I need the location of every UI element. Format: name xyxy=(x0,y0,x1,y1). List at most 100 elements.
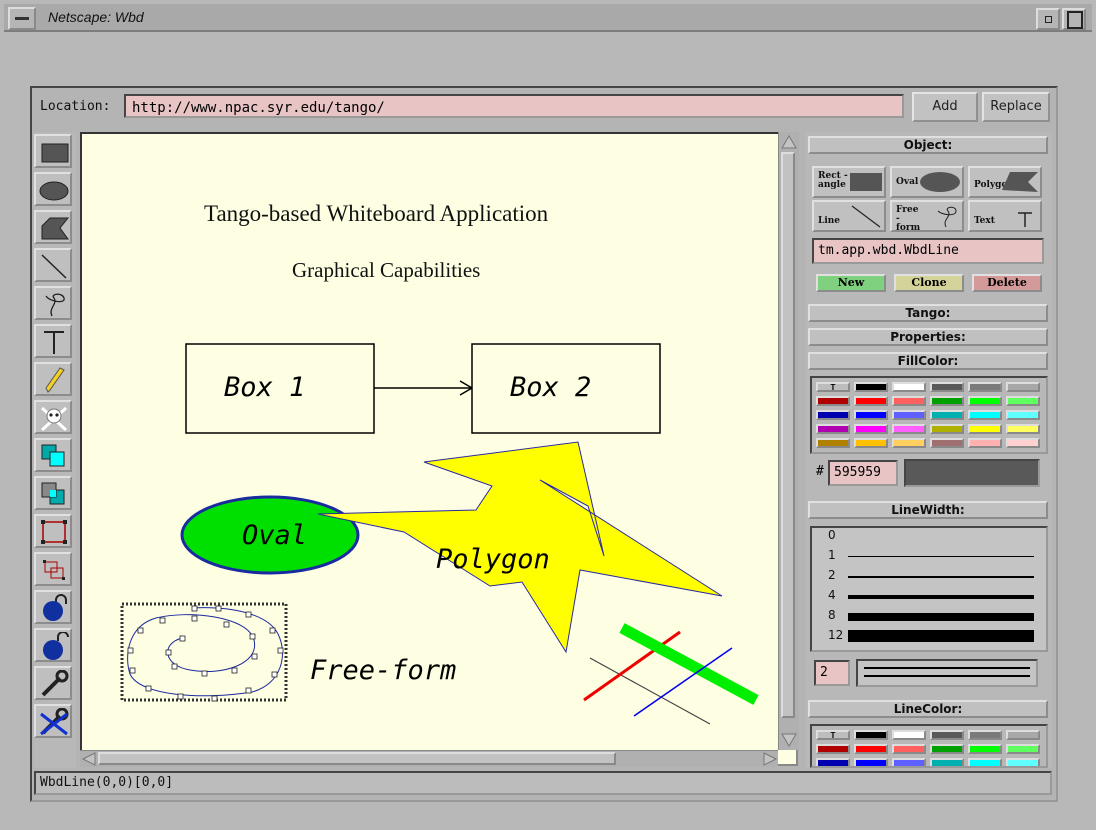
color-swatch[interactable] xyxy=(816,410,850,420)
location-input[interactable]: http://www.npac.syr.edu/tango/ xyxy=(124,94,904,118)
freeform-tool[interactable] xyxy=(34,286,72,320)
transparent-swatch[interactable]: T xyxy=(816,730,850,740)
color-swatch[interactable] xyxy=(930,424,964,434)
green-line[interactable] xyxy=(619,623,759,705)
wrench-tool[interactable] xyxy=(34,666,72,700)
freeform-shape[interactable] xyxy=(120,602,288,702)
linecolor-header[interactable]: LineColor: xyxy=(808,700,1048,718)
color-swatch[interactable] xyxy=(968,382,1002,392)
rectangle-tool[interactable] xyxy=(34,134,72,168)
color-swatch[interactable] xyxy=(892,382,926,392)
delete-button[interactable]: Delete xyxy=(972,274,1042,292)
color-swatch[interactable] xyxy=(816,396,850,406)
window-menu-button[interactable] xyxy=(8,7,36,30)
color-swatch[interactable] xyxy=(1006,758,1040,766)
lock-tool[interactable] xyxy=(34,590,72,624)
color-swatch[interactable] xyxy=(968,438,1002,448)
properties-header[interactable]: Properties: xyxy=(808,328,1048,346)
color-swatch[interactable] xyxy=(854,410,888,420)
object-freeform-button[interactable]: Free -form xyxy=(890,200,964,233)
linewidth-value-field[interactable]: 2 xyxy=(814,660,850,686)
color-swatch[interactable] xyxy=(968,424,1002,434)
scroll-right-icon[interactable] xyxy=(762,751,778,767)
clear-tool[interactable] xyxy=(34,400,72,434)
color-swatch[interactable] xyxy=(816,438,850,448)
fillcolor-header[interactable]: FillColor: xyxy=(808,352,1048,370)
color-swatch[interactable] xyxy=(816,758,850,766)
color-swatch[interactable] xyxy=(968,730,1002,740)
color-swatch[interactable] xyxy=(930,438,964,448)
linewidth-list[interactable]: 0 1 2 4 8 12 xyxy=(810,526,1048,652)
color-swatch[interactable] xyxy=(1006,396,1040,406)
scroll-left-icon[interactable] xyxy=(81,751,97,767)
clone-button[interactable]: Clone xyxy=(894,274,964,292)
canvas-vertical-scrollbar[interactable] xyxy=(778,132,799,750)
color-swatch[interactable] xyxy=(892,438,926,448)
linewidth-option-4[interactable]: 4 xyxy=(828,588,836,602)
object-header[interactable]: Object: xyxy=(808,136,1048,154)
color-swatch[interactable] xyxy=(854,382,888,392)
color-swatch[interactable] xyxy=(816,744,850,754)
object-oval-button[interactable]: Oval xyxy=(890,166,964,198)
color-swatch[interactable] xyxy=(892,410,926,420)
maximize-button[interactable] xyxy=(1062,8,1086,30)
color-swatch[interactable] xyxy=(968,410,1002,420)
color-swatch[interactable] xyxy=(854,730,888,740)
oval-tool[interactable] xyxy=(34,172,72,206)
unlock-tool[interactable] xyxy=(34,628,72,662)
text-tool[interactable] xyxy=(34,324,72,358)
object-line-button[interactable]: Line xyxy=(812,200,886,232)
add-button[interactable]: Add xyxy=(912,92,978,122)
color-swatch[interactable] xyxy=(892,744,926,754)
linewidth-option-2[interactable]: 2 xyxy=(828,568,836,582)
linewidth-header[interactable]: LineWidth: xyxy=(808,501,1048,519)
bring-front-tool[interactable] xyxy=(34,438,72,472)
fill-hex-input[interactable]: 595959 xyxy=(828,460,898,486)
group-tool[interactable] xyxy=(34,514,72,548)
ungroup-tool[interactable] xyxy=(34,552,72,586)
color-swatch[interactable] xyxy=(854,424,888,434)
object-rectangle-button[interactable]: Rect -angle xyxy=(812,166,886,198)
color-swatch[interactable] xyxy=(930,730,964,740)
color-swatch[interactable] xyxy=(1006,744,1040,754)
vertical-scroll-thumb[interactable] xyxy=(781,152,795,718)
color-swatch[interactable] xyxy=(854,396,888,406)
pencil-tool[interactable] xyxy=(34,362,72,396)
color-swatch[interactable] xyxy=(1006,438,1040,448)
color-swatch[interactable] xyxy=(930,758,964,766)
new-button[interactable]: New xyxy=(816,274,886,292)
color-swatch[interactable] xyxy=(1006,730,1040,740)
linewidth-option-12[interactable]: 12 xyxy=(828,628,843,642)
color-swatch[interactable] xyxy=(930,410,964,420)
scroll-down-icon[interactable] xyxy=(780,732,798,748)
delete-wrench-tool[interactable] xyxy=(34,704,72,738)
scroll-up-icon[interactable] xyxy=(780,134,798,150)
transparent-swatch[interactable]: T xyxy=(816,382,850,392)
line-tool[interactable] xyxy=(34,248,72,282)
color-swatch[interactable] xyxy=(854,438,888,448)
whiteboard-canvas[interactable]: Tango-based Whiteboard Application Graph… xyxy=(80,132,798,766)
color-swatch[interactable] xyxy=(816,424,850,434)
color-swatch[interactable] xyxy=(968,396,1002,406)
color-swatch[interactable] xyxy=(854,744,888,754)
color-swatch[interactable] xyxy=(1006,410,1040,420)
canvas-horizontal-scrollbar[interactable] xyxy=(80,750,778,767)
color-swatch[interactable] xyxy=(892,396,926,406)
red-line[interactable] xyxy=(583,630,681,702)
send-back-tool[interactable] xyxy=(34,476,72,510)
object-polygon-button[interactable]: Polygon xyxy=(968,166,1042,198)
color-swatch[interactable] xyxy=(968,758,1002,766)
linewidth-option-8[interactable]: 8 xyxy=(828,608,836,622)
tango-header[interactable]: Tango: xyxy=(808,304,1048,322)
color-swatch[interactable] xyxy=(930,744,964,754)
color-swatch[interactable] xyxy=(930,396,964,406)
object-class-field[interactable]: tm.app.wbd.WbdLine xyxy=(812,238,1044,264)
color-swatch[interactable] xyxy=(892,758,926,766)
color-swatch[interactable] xyxy=(892,730,926,740)
minimize-button[interactable] xyxy=(1036,8,1060,30)
horizontal-scroll-thumb[interactable] xyxy=(98,752,616,765)
linewidth-option-1[interactable]: 1 xyxy=(828,548,836,562)
color-swatch[interactable] xyxy=(1006,424,1040,434)
color-swatch[interactable] xyxy=(854,758,888,766)
color-swatch[interactable] xyxy=(968,744,1002,754)
